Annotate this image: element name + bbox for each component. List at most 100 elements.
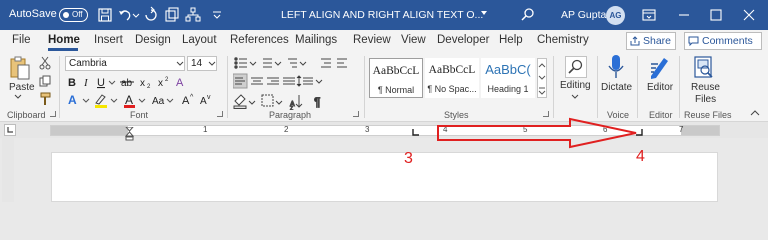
left-tab-stop-icon[interactable] (411, 129, 419, 137)
tab-developer[interactable]: Developer (437, 34, 489, 46)
svg-text:U: U (97, 77, 105, 89)
format-painter-icon[interactable] (38, 92, 52, 106)
font-group-label: Font (130, 110, 149, 120)
style-name: Heading 1 (487, 84, 529, 94)
tab-design[interactable]: Design (135, 34, 171, 46)
editing-label[interactable]: Editing (560, 80, 591, 91)
cut-icon[interactable] (38, 56, 52, 70)
svg-text:A: A (182, 95, 190, 107)
style-name: ¶ Normal (377, 85, 415, 95)
font-dialog-launcher-icon[interactable] (217, 111, 223, 117)
comments-button[interactable]: Comments (684, 32, 762, 50)
svg-text:2: 2 (165, 77, 169, 83)
tab-references[interactable]: References (230, 34, 289, 46)
reuse-files-label-line2[interactable]: Files (695, 94, 716, 105)
document-page[interactable] (51, 152, 718, 202)
ruler-number: 1 (203, 125, 208, 134)
customize-qat-icon[interactable] (208, 6, 226, 24)
divider (227, 56, 228, 118)
tab-help[interactable]: Help (499, 34, 523, 46)
ruler-left-margin (51, 126, 128, 135)
style-no-spacing[interactable]: AaBbCcL ¶ No Spac... (425, 58, 479, 98)
style-name: ¶ No Spac... (427, 84, 477, 94)
microphone-icon[interactable] (607, 54, 625, 80)
tab-chemistry[interactable]: Chemistry (537, 34, 589, 46)
ruler-number: 2 (284, 125, 289, 134)
close-icon[interactable] (740, 6, 758, 24)
font-size-dropdown-icon[interactable] (208, 61, 216, 67)
annotation-marker-left: 3 (404, 150, 413, 167)
tab-view[interactable]: View (401, 34, 426, 46)
svg-text:I: I (83, 77, 89, 89)
editor-icon[interactable] (648, 54, 672, 80)
paragraph-dialog-launcher-icon[interactable] (353, 111, 359, 117)
clipboard-group-label: Clipboard (7, 110, 46, 120)
svg-text:^: ^ (190, 94, 194, 101)
share-button[interactable]: Share (626, 32, 676, 50)
document-title[interactable]: LEFT ALIGN AND RIGHT ALIGN TEXT O... (281, 9, 483, 21)
font-name-select[interactable]: Cambria (65, 56, 185, 71)
tab-file[interactable]: File (12, 34, 31, 46)
avatar[interactable]: AG (606, 6, 625, 25)
autosave-toggle[interactable]: Off (59, 8, 88, 22)
minimize-icon[interactable] (675, 6, 693, 24)
title-bar: AutoSave Off LEFT ALIGN AND RIGHT ALIGN … (0, 0, 768, 30)
svg-text:Aa: Aa (152, 96, 165, 107)
annotation-marker-right: 4 (636, 148, 645, 165)
ribbon: Paste Clipboard Cambria 14 B I U ab x 2 … (0, 52, 768, 122)
paragraph-controls: A Z ¶ (233, 57, 347, 110)
svg-text:A: A (125, 93, 133, 107)
divider (679, 56, 680, 118)
indent-marker-icon[interactable] (125, 127, 134, 141)
maximize-icon[interactable] (707, 6, 725, 24)
tab-layout[interactable]: Layout (182, 34, 217, 46)
share-icon (630, 36, 640, 46)
tab-mailings[interactable]: Mailings (295, 34, 337, 46)
svg-text:A: A (176, 77, 184, 89)
divider (59, 56, 60, 118)
copy-format-icon[interactable] (163, 6, 181, 24)
divider (553, 56, 554, 118)
editing-search-icon[interactable] (565, 56, 587, 78)
organize-icon[interactable] (184, 6, 202, 24)
reuse-files-group-label: Reuse Files (684, 110, 732, 120)
vertical-ruler[interactable] (2, 138, 14, 202)
share-label: Share (643, 35, 672, 47)
save-icon[interactable] (96, 6, 114, 24)
user-name[interactable]: AP Gupta (561, 9, 606, 21)
reuse-files-icon[interactable] (691, 55, 715, 81)
styles-scroll-icon[interactable] (537, 58, 547, 98)
dictate-label[interactable]: Dictate (601, 82, 632, 93)
svg-text:ab: ab (121, 78, 133, 89)
ruler-number: 7 (679, 125, 684, 134)
paste-label[interactable]: Paste (9, 82, 35, 93)
paste-dropdown-icon[interactable] (14, 94, 22, 100)
ribbon-display-options-icon[interactable] (640, 6, 658, 24)
font-format-row-1: B I U ab x 2 x 2 A (68, 77, 184, 90)
editing-dropdown-icon[interactable] (571, 94, 579, 100)
autosave-label: AutoSave (9, 8, 57, 20)
style-normal[interactable]: AaBbCcL ¶ Normal (369, 58, 423, 98)
divider (364, 56, 365, 118)
font-name-dropdown-icon[interactable] (176, 61, 184, 67)
red-arrow-annotation-icon (437, 117, 637, 149)
title-dropdown-icon[interactable] (481, 11, 487, 15)
search-icon[interactable] (519, 6, 537, 24)
clipboard-dialog-launcher-icon[interactable] (50, 111, 56, 117)
style-heading-1[interactable]: AaBbC( Heading 1 (481, 58, 535, 98)
collapse-ribbon-icon[interactable] (750, 109, 760, 117)
undo-dropdown-icon[interactable] (132, 6, 140, 24)
redo-icon[interactable] (142, 6, 160, 24)
tab-selector-icon[interactable] (4, 124, 16, 136)
editor-label[interactable]: Editor (647, 82, 673, 93)
svg-text:A: A (200, 96, 207, 107)
font-format-row-2: A A Aa A ^ A v (68, 93, 211, 108)
reuse-files-label-line1[interactable]: Reuse (691, 82, 720, 93)
divider (637, 56, 638, 118)
copy-icon[interactable] (38, 74, 52, 88)
tab-review[interactable]: Review (353, 34, 391, 46)
tab-home[interactable]: Home (48, 34, 80, 46)
paste-icon[interactable] (9, 55, 31, 81)
tab-insert[interactable]: Insert (94, 34, 123, 46)
ruler-right-margin (681, 126, 719, 135)
